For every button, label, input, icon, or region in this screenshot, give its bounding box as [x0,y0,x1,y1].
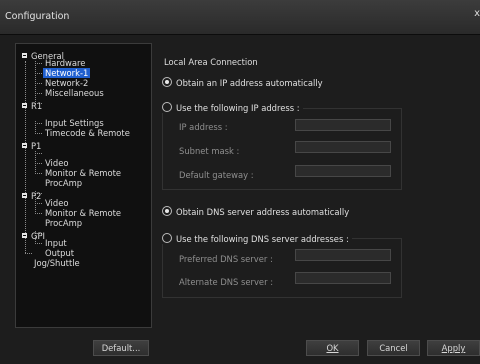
ip-address-label: IP address : [179,122,228,132]
tree-item-p2-video[interactable]: Video [45,198,68,208]
preferred-dns-field[interactable] [295,249,391,261]
tree-item-label: Monitor & Remote [45,168,122,178]
subnet-mask-field[interactable] [295,141,391,153]
ok-button[interactable]: OK [306,340,359,356]
tree-item-p1-monitor-remote[interactable]: Monitor & Remote [45,168,121,178]
tree-item-timecode-remote[interactable]: Timecode & Remote [45,128,130,138]
alternate-dns-label: Alternate DNS server : [179,277,274,287]
collapse-icon[interactable] [22,143,27,148]
apply-button[interactable]: Apply [427,340,480,356]
title-bar: Configuration x [0,0,480,35]
tree-item-network-1[interactable]: Network-1 [43,68,91,78]
dns-server-group [162,238,402,298]
window-title: Configuration [5,11,70,22]
default-gateway-label: Default gateway : [179,170,254,180]
tree-item-hardware[interactable]: Hardware [45,58,85,68]
collapse-icon[interactable] [22,103,27,108]
tree-item-label: Miscellaneous [45,88,104,98]
tree-item-label: Output [45,248,75,258]
preferred-dns-label: Preferred DNS server : [179,254,273,264]
default-button[interactable]: Default... [93,340,149,356]
tree-item-miscellaneous[interactable]: Miscellaneous [45,88,104,98]
tree-item-label: Network-2 [45,78,89,88]
network-settings-panel: Local Area Connection Obtain an IP addre… [160,35,480,335]
tree-item-label: Monitor & Remote [45,208,122,218]
ip-manual-option[interactable]: Use the following IP address : [162,102,303,113]
tree-item-network-2[interactable]: Network-2 [45,78,88,88]
ip-auto-option[interactable]: Obtain an IP address automatically [162,77,323,88]
dns-auto-option[interactable]: Obtain DNS server address automatically [162,206,349,217]
tree-item-jog-shuttle[interactable]: Jog/Shuttle [34,258,80,268]
tree-item-label: GPI [31,231,46,241]
dns-auto-label: Obtain DNS server address automatically [176,207,350,217]
tree-item-p2[interactable]: P2 [22,191,41,201]
ip-address-field[interactable] [295,119,391,131]
radio-selected-icon[interactable] [162,206,172,216]
tree-item-p2-procamp[interactable]: ProcAmp [45,218,82,228]
tree-item-p1-procamp[interactable]: ProcAmp [45,178,82,188]
tree-item-label: P1 [31,141,42,151]
collapse-icon[interactable] [22,233,27,238]
subnet-mask-label: Subnet mask : [179,146,240,156]
tree-item-p1-video[interactable]: Video [45,158,68,168]
tree-item-label: Video [45,198,69,208]
section-title: Local Area Connection [164,57,258,67]
tree-item-label: Input Settings [45,118,104,128]
default-gateway-field[interactable] [295,165,391,177]
tree-item-label: P2 [31,191,42,201]
collapse-icon[interactable] [22,53,27,58]
radio-unselected-icon[interactable] [162,233,172,243]
settings-tree[interactable]: General Hardware Network-1 Network-2 Mis… [15,43,152,328]
collapse-icon[interactable] [22,193,27,198]
tree-item-r1[interactable]: R1 [22,101,42,111]
tree-item-label: Video [45,158,69,168]
tree-item-gpi[interactable]: GPI [22,231,45,241]
tree-item-label: Network-1 [43,68,91,78]
tree-item-label: Jog/Shuttle [34,258,80,268]
alternate-dns-field[interactable] [295,272,391,284]
tree-item-label: ProcAmp [45,218,83,228]
tree-item-p1[interactable]: P1 [22,141,41,151]
tree-item-p2-monitor-remote[interactable]: Monitor & Remote [45,208,121,218]
cancel-button[interactable]: Cancel [367,340,420,356]
configuration-dialog: General Hardware Network-1 Network-2 Mis… [0,35,480,364]
radio-unselected-icon[interactable] [162,102,172,112]
dns-manual-label: Use the following DNS server addresses : [176,234,349,244]
tree-item-input-settings[interactable]: Input Settings [45,118,104,128]
tree-item-label: ProcAmp [45,178,83,188]
tree-item-label: Timecode & Remote [45,128,130,138]
dns-manual-option[interactable]: Use the following DNS server addresses : [162,233,352,244]
tree-item-gpi-output[interactable]: Output [45,248,74,258]
tree-item-label: R1 [31,101,43,111]
tree-item-label: Input [45,238,67,248]
radio-selected-icon[interactable] [162,77,172,87]
tree-item-label: Hardware [45,58,86,68]
ip-manual-label: Use the following IP address : [176,103,300,113]
tree-item-gpi-input[interactable]: Input [45,238,67,248]
close-icon[interactable]: x [474,8,480,19]
ip-auto-label: Obtain an IP address automatically [176,78,323,88]
